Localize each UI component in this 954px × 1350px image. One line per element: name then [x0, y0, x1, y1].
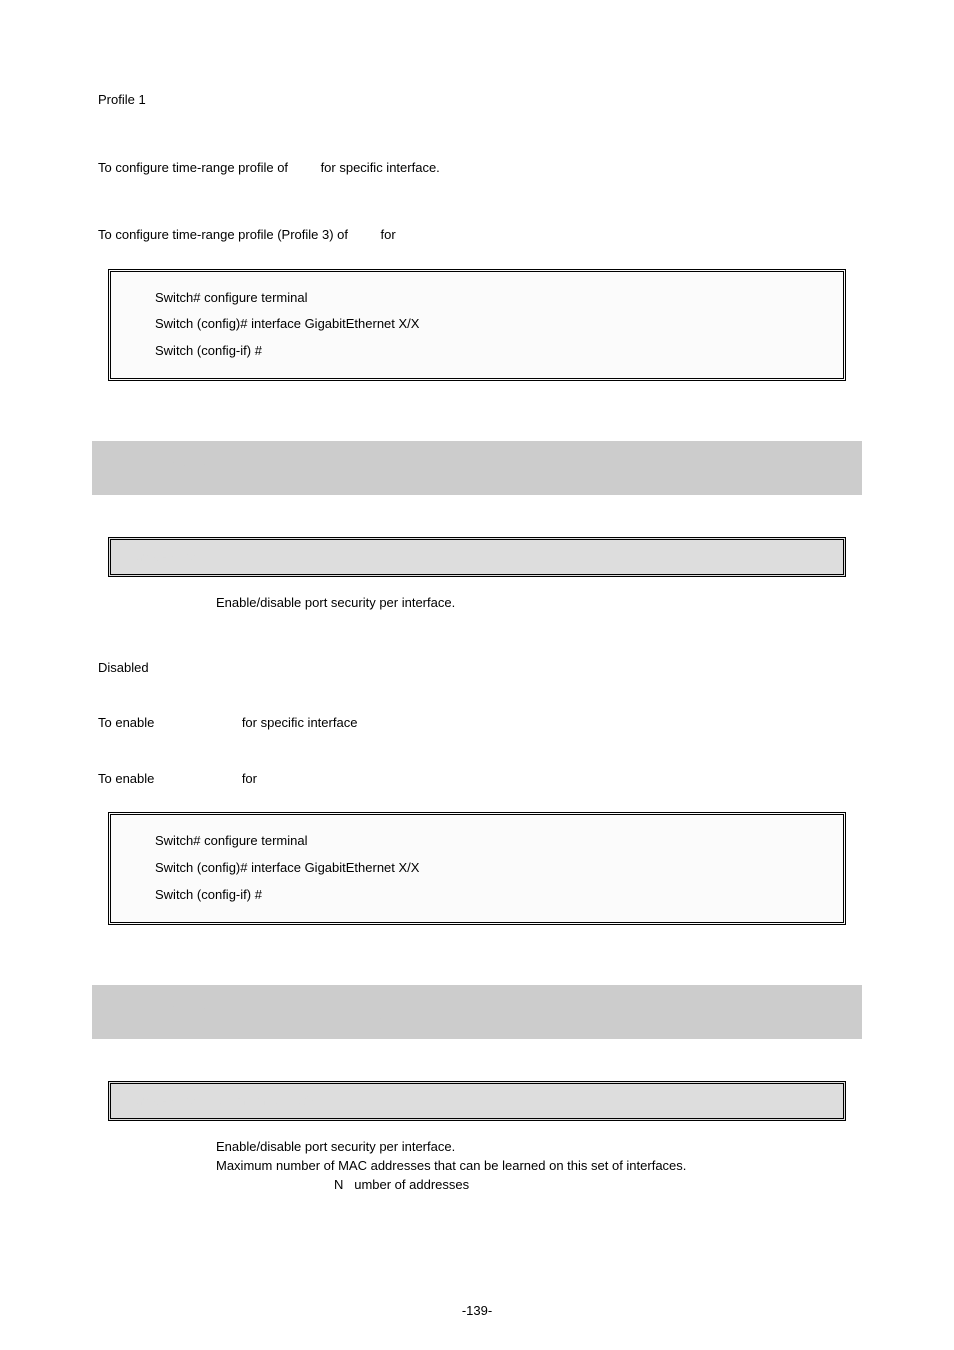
example-text-post: for: [377, 227, 399, 242]
syntax-content: port-security maximum <1-1024>: [123, 1093, 326, 1108]
parameter-block-1: port-security Enable/disable port securi…: [98, 595, 856, 610]
syntax-content: port-security: [123, 549, 202, 564]
default-block: Default: Profile 1: [98, 90, 856, 110]
parameter-block-2: port-security Enable/disable port securi…: [98, 1139, 856, 1192]
example-tail: GigabitEthernet X/X.: [261, 771, 387, 786]
usage-text-pre: To configure time-range profile of: [98, 160, 292, 175]
usage-text-post: for specific interface.: [317, 160, 440, 175]
example-text-bold: PoE: [352, 227, 377, 242]
example-post: for: [238, 771, 260, 786]
param-sub-row: <1-1024> N umber of addresses: [334, 1177, 856, 1192]
param-desc: Enable/disable port security per interfa…: [216, 1139, 856, 1154]
section-header-port-security-maximum: 4.2.97.15 port-security maximum: [92, 985, 862, 1039]
usage-guide-block-1: To enable Port-security for specific int…: [98, 713, 856, 733]
code-line: Switch (config-if) # poe time-range 3Swi…: [155, 341, 835, 362]
example-pre: To enable: [98, 771, 158, 786]
profile-line: Profile 1: [98, 90, 856, 110]
code-line: Switch# configure terminal: [155, 831, 835, 852]
example-block: Example: To configure time-range profile…: [98, 225, 856, 245]
syntax-box-1: port-security: [108, 537, 846, 577]
page-number: -139-: [0, 1303, 954, 1318]
page-root: Default: Profile 1 Usage Guide: To confi…: [0, 0, 954, 1350]
code-line: Switch (config)# interface GigabitEthern…: [155, 858, 835, 879]
section-title: 4.2.97.15 port-security maximum: [102, 999, 443, 1025]
default-value: Disabled: [98, 658, 856, 678]
param-key: port-security: [98, 1139, 216, 1154]
example-text-tail: GigabitEthernet X/X.: [399, 227, 525, 242]
param-desc: Enable/disable port security per interfa…: [216, 595, 856, 610]
syntax-box-2: port-security maximum <1-1024>: [108, 1081, 846, 1121]
usage-bold: Port-security: [158, 715, 238, 730]
param-key: port-security: [98, 595, 216, 610]
param-desc: N umber of addresses: [334, 1177, 469, 1192]
example-text-pre: To configure time-range profile (Profile…: [98, 227, 352, 242]
usage-pre: To enable: [98, 715, 158, 730]
code-line: Switch (config-if) # port-securitySwitch…: [155, 885, 835, 906]
param-key: maximum: [98, 1158, 216, 1173]
example-bold: Port-security: [158, 771, 238, 786]
code-box-2: Switch# configure terminal Switch (confi…: [108, 812, 846, 924]
section-title: 4.2.97.14 port-security: [102, 455, 334, 481]
usage-guide-block: Usage Guide: To configure time-range pro…: [98, 158, 856, 178]
example-block-1: To enable Port-security for GigabitEther…: [98, 769, 856, 789]
default-block-1: Disabled: [98, 658, 856, 678]
section-header-port-security: 4.2.97.14 port-security: [92, 441, 862, 495]
code-box-1: Switch# configure terminal Switch (confi…: [108, 269, 846, 381]
param-desc: Maximum number of MAC addresses that can…: [216, 1158, 856, 1173]
code-line: Switch (config)# interface GigabitEthern…: [155, 314, 835, 335]
usage-post: for specific interface: [238, 715, 357, 730]
usage-text-bold: PoE: [292, 160, 317, 175]
code-line: Switch# configure terminal: [155, 288, 835, 309]
